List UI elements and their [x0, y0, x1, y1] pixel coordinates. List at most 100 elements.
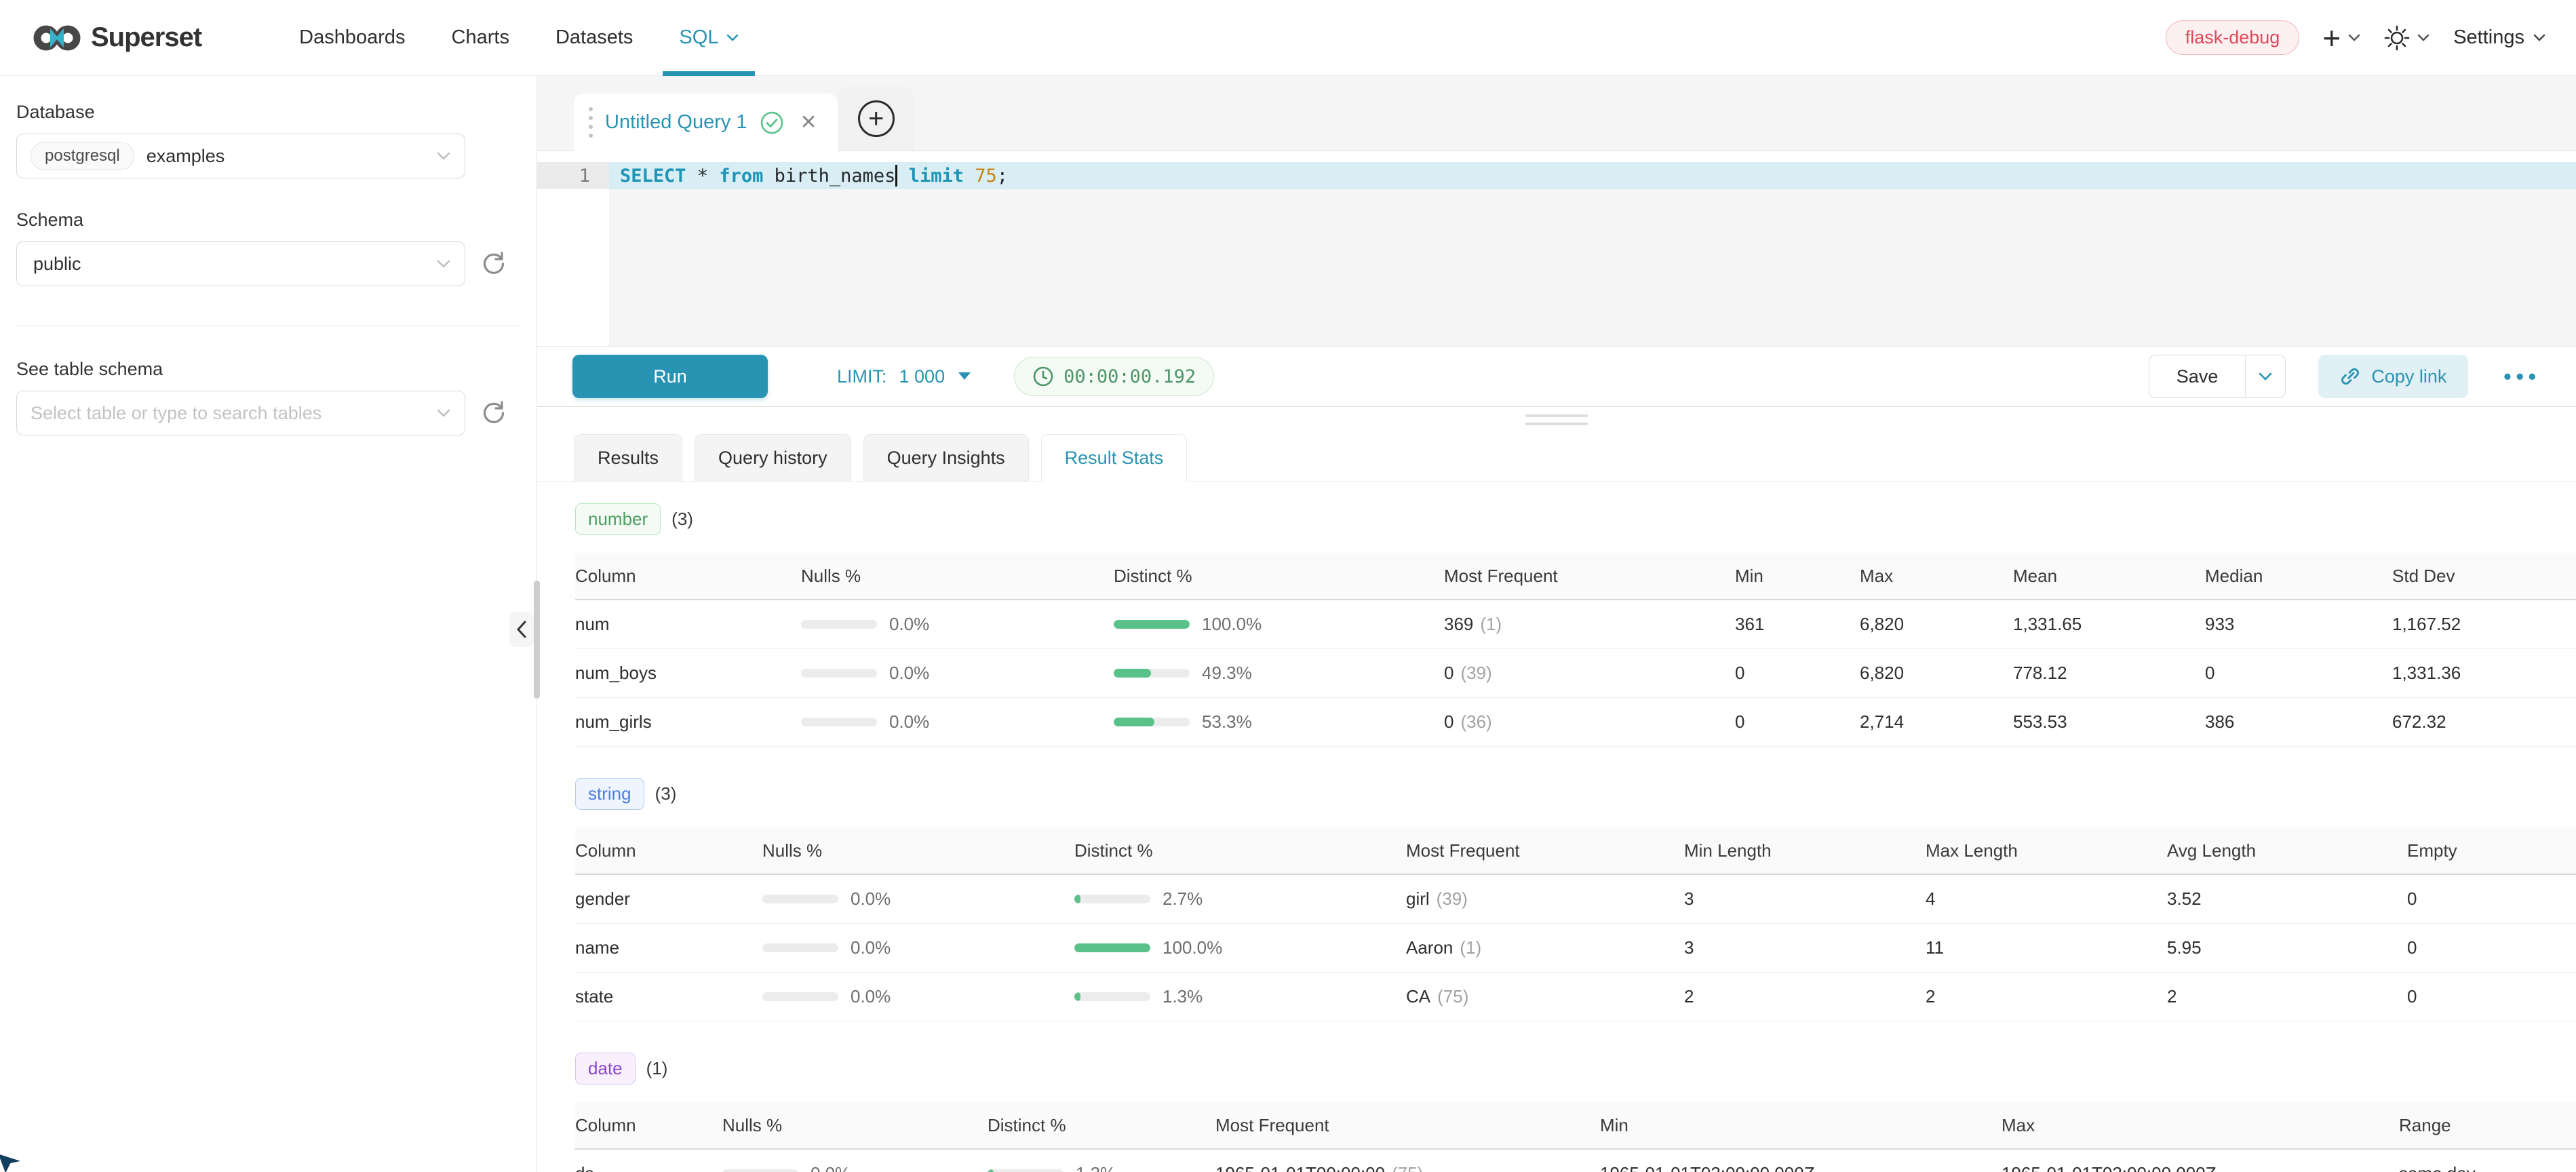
stat-value: 2,714 [1860, 711, 2013, 732]
stat-value: 6,820 [1860, 614, 2013, 635]
table-row: num_girls0.0%53.3%0(36)02,714553.5338667… [575, 698, 2576, 747]
most-frequent-value: 0 [1444, 663, 1453, 683]
column-header: Distinct % [1114, 566, 1444, 587]
tab-label: Results [598, 448, 659, 469]
query-tab[interactable]: Untitled Query 1 ✕ [574, 94, 838, 151]
tab-result-stats[interactable]: Result Stats [1041, 434, 1188, 482]
clock-icon [1032, 366, 1054, 387]
column-header: Nulls % [762, 840, 1074, 861]
nav-item-sql[interactable]: SQL [656, 0, 762, 76]
chevron-down-icon [2417, 33, 2430, 43]
stat-value: 0 [2407, 888, 2576, 910]
column-header: Column [575, 566, 801, 587]
nulls-percent-cell: 0.0% [801, 614, 1114, 635]
type-badge-row: number(3) [575, 503, 2576, 535]
percent-bar [1114, 669, 1190, 678]
type-badge-row: string(3) [575, 778, 2576, 810]
more-actions-button[interactable]: ••• [2503, 364, 2541, 389]
percent-label: 0.0% [851, 937, 891, 958]
stat-value: 5.95 [2167, 937, 2407, 958]
sql-token-keyword: from [719, 165, 763, 187]
stat-value: 4 [1926, 888, 2167, 910]
most-frequent-count: (36) [1460, 711, 1491, 732]
percent-bar [1114, 718, 1190, 726]
tab-query-history[interactable]: Query history [695, 434, 851, 482]
refresh-icon [479, 249, 509, 279]
tab-query-insights[interactable]: Query Insights [863, 434, 1029, 482]
link-icon [2340, 366, 2360, 387]
column-name: ds [575, 1163, 722, 1172]
refresh-icon [479, 398, 509, 428]
refresh-schemas-button[interactable] [479, 249, 509, 279]
new-item-button[interactable]: + [2322, 22, 2361, 54]
nulls-percent-cell: 0.0% [722, 1163, 988, 1172]
mouse-cursor [0, 1144, 31, 1172]
percent-bar [801, 669, 877, 678]
table-select[interactable]: Select table or type to search tables [16, 391, 465, 435]
sql-editor[interactable]: 1 SELECT * from birth_names limit 75; [537, 151, 2576, 346]
percent-bar [1074, 943, 1150, 952]
drag-handle-icon[interactable] [589, 107, 593, 138]
sql-editor-empty-area[interactable] [537, 189, 2576, 346]
stat-value: 0 [2407, 937, 2576, 958]
percent-bar [762, 943, 838, 952]
stat-value: 933 [2205, 614, 2392, 635]
column-name: state [575, 986, 762, 1007]
stat-value: 2 [2167, 986, 2407, 1007]
percent-bar-fill [1074, 943, 1150, 952]
sqllab-sidebar: Database postgresql examples Schema publ… [0, 76, 537, 1172]
superset-logo[interactable]: Superset [33, 22, 201, 54]
query-tab-title: Untitled Query 1 [605, 111, 747, 134]
settings-menu[interactable]: Settings [2453, 26, 2546, 49]
save-button[interactable]: Save [2149, 355, 2246, 397]
save-options-button[interactable] [2246, 355, 2285, 397]
database-engine-tag: postgresql [31, 142, 134, 170]
nav-item-dashboards[interactable]: Dashboards [276, 0, 428, 76]
copy-link-button[interactable]: Copy link [2318, 355, 2468, 398]
percent-label: 1.3% [1076, 1163, 1116, 1172]
stat-value: 386 [2205, 711, 2392, 732]
most-frequent-count: (39) [1437, 888, 1468, 909]
stat-value: 0 [1735, 663, 1860, 684]
sql-token-keyword: limit [909, 165, 964, 187]
results-tabstrip: Results Query historyQuery InsightsResult… [537, 434, 2576, 482]
most-frequent-value: Aaron [1406, 937, 1453, 958]
chevron-down-icon [436, 151, 451, 161]
distinct-percent-cell: 49.3% [1114, 663, 1444, 684]
stat-value: 0 [2407, 986, 2576, 1007]
limit-dropdown[interactable]: LIMIT: 1 000 [837, 366, 972, 387]
sidebar-collapse-button[interactable] [509, 612, 534, 647]
column-name: gender [575, 888, 762, 910]
nav-item-charts[interactable]: Charts [429, 0, 532, 76]
most-frequent-value: 369 [1444, 614, 1473, 634]
top-navbar: Superset DashboardsChartsDatasetsSQL fla… [0, 0, 2576, 76]
chevron-down-icon [436, 408, 451, 418]
refresh-tables-button[interactable] [479, 398, 509, 428]
run-button[interactable]: Run [572, 355, 768, 398]
most-frequent-count: (1) [1480, 614, 1502, 634]
stat-value: 1,331.36 [2392, 663, 2576, 684]
theme-toggle-button[interactable] [2384, 25, 2430, 51]
percent-bar-fill [1114, 718, 1154, 726]
nav-item-datasets[interactable]: Datasets [532, 0, 656, 76]
table-row: gender0.0%2.7%girl(39)343.520 [575, 875, 2576, 924]
schema-select[interactable]: public [16, 241, 465, 286]
table-row: ds0.0%1.3%1965-01-01T00:00:00(75)1965-01… [575, 1150, 2576, 1172]
new-query-tab-button[interactable]: + [839, 87, 914, 151]
database-select[interactable]: postgresql examples [16, 134, 465, 178]
column-header: Max [2002, 1115, 2399, 1136]
percent-label: 100.0% [1163, 937, 1222, 958]
most-frequent-count: (75) [1392, 1163, 1423, 1172]
type-badge-number: number [575, 503, 661, 535]
close-tab-icon[interactable]: ✕ [800, 111, 817, 134]
sql-code-line[interactable]: SELECT * from birth_names limit 75; [609, 162, 2576, 189]
tab-results[interactable]: Results [574, 434, 682, 482]
percent-bar [988, 1169, 1063, 1172]
column-header: Max Length [1926, 840, 2167, 861]
limit-label: LIMIT: [837, 366, 887, 387]
pane-resize-handle[interactable] [1525, 414, 1588, 425]
panel-scrollbar-thumb[interactable] [534, 581, 540, 699]
sql-editor-active-line[interactable]: 1 SELECT * from birth_names limit 75; [537, 162, 2576, 189]
nav-item-label: SQL [679, 26, 718, 49]
main-nav: DashboardsChartsDatasets SQL [276, 0, 762, 76]
